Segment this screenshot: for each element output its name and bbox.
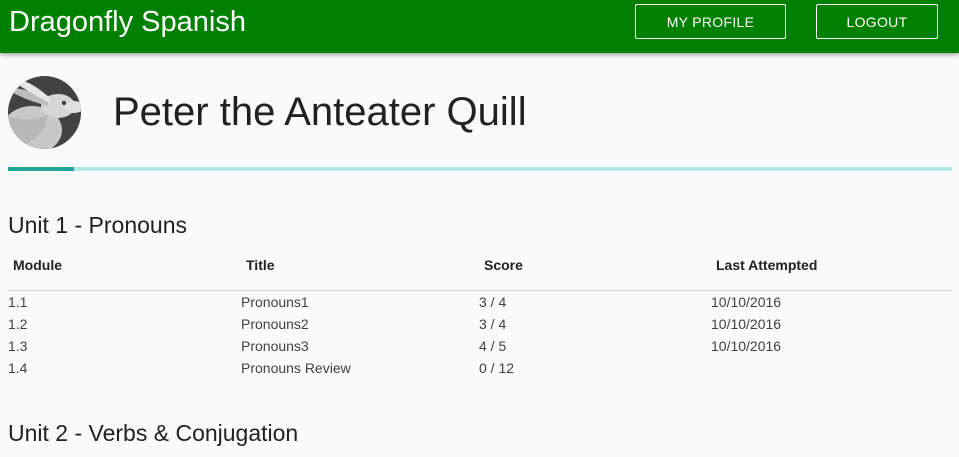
- table-row[interactable]: 1.3 Pronouns3 4 / 5 10/10/2016: [0, 337, 959, 359]
- table-row[interactable]: 1.1 Pronouns1 3 / 4 10/10/2016: [0, 293, 959, 315]
- score-cell: 3 / 4: [479, 294, 507, 310]
- logout-button[interactable]: LOGOUT: [816, 4, 938, 39]
- last-attempted-cell: 10/10/2016: [711, 294, 782, 310]
- score-cell: 0 / 12: [479, 360, 515, 376]
- module-cell: 1.1: [8, 294, 28, 310]
- column-header-last-attempted: Last Attempted: [716, 257, 818, 273]
- column-header-score: Score: [484, 257, 523, 273]
- table-divider: [8, 290, 952, 291]
- user-name-heading: Peter the Anteater Quill: [113, 90, 527, 134]
- module-cell: 1.2: [8, 316, 28, 332]
- title-cell: Pronouns2: [241, 316, 309, 332]
- last-attempted-cell: 10/10/2016: [711, 316, 782, 332]
- score-cell: 4 / 5: [479, 338, 507, 354]
- title-cell: Pronouns Review: [241, 360, 351, 376]
- table-row[interactable]: 1.2 Pronouns2 3 / 4 10/10/2016: [0, 315, 959, 337]
- module-cell: 1.3: [8, 338, 28, 354]
- table-row[interactable]: 1.4 Pronouns Review 0 / 12: [0, 359, 959, 381]
- unit-title: Unit 1 - Pronouns: [8, 212, 187, 238]
- unit-title: Unit 2 - Verbs & Conjugation: [8, 420, 299, 446]
- app-bar: Dragonfly Spanish MY PROFILE LOGOUT: [0, 0, 959, 53]
- score-cell: 3 / 4: [479, 316, 507, 332]
- rabbit-avatar-icon: [8, 76, 81, 149]
- module-cell: 1.4: [8, 360, 28, 376]
- app-title: Dragonfly Spanish: [9, 6, 246, 38]
- column-header-module: Module: [13, 257, 62, 273]
- last-attempted-cell: 10/10/2016: [711, 338, 782, 354]
- title-cell: Pronouns1: [241, 294, 309, 310]
- my-profile-button[interactable]: MY PROFILE: [635, 4, 786, 39]
- progress-bar-fill: [8, 167, 75, 171]
- column-header-title: Title: [246, 257, 275, 273]
- progress-bar: [8, 167, 952, 171]
- title-cell: Pronouns3: [241, 338, 309, 354]
